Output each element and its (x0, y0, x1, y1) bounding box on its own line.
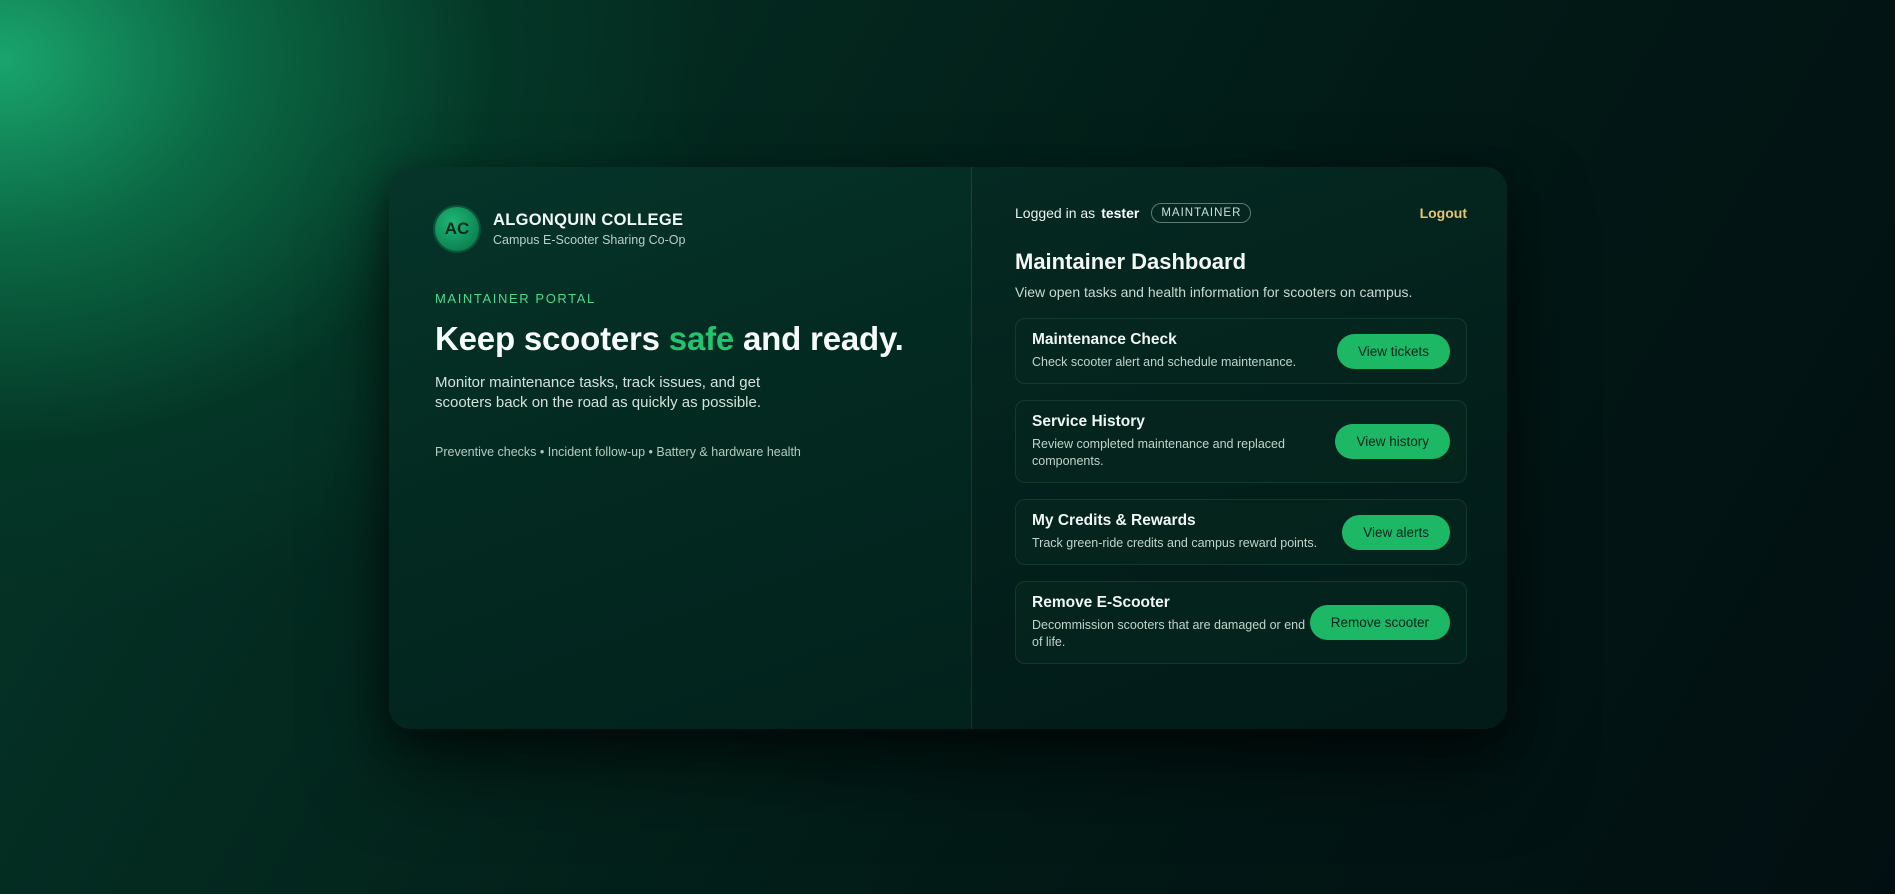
task-description: Check scooter alert and schedule mainten… (1032, 355, 1297, 369)
task-description: Decommission scooters that are damaged o… (1032, 618, 1306, 649)
hero-description: Monitor maintenance tasks, track issues,… (435, 374, 762, 411)
task-text: My Credits & Rewards Track green-ride cr… (1032, 512, 1317, 552)
task-text: Remove E-Scooter Decommission scooters t… (1032, 594, 1310, 651)
task-maintenance-check: Maintenance Check Check scooter alert an… (1015, 318, 1467, 384)
brand-name: ALGONQUIN COLLEGE (493, 211, 684, 229)
hero-text-end: and ready. (734, 320, 904, 357)
logged-prefix: Logged in as (1015, 205, 1096, 221)
task-text: Service History Review completed mainten… (1032, 413, 1322, 470)
view-alerts-button[interactable]: View alerts (1342, 514, 1450, 550)
task-description: Track green-ride credits and campus rewa… (1032, 536, 1318, 550)
brand-subtitle: Campus E-Scooter Sharing Co-Op (493, 233, 686, 247)
dashboard-subtitle: View open tasks and health information f… (1015, 284, 1413, 300)
task-title: Maintenance Check (1032, 331, 1177, 348)
task-remove-scooter: Remove E-Scooter Decommission scooters t… (1015, 581, 1467, 664)
task-text: Maintenance Check Check scooter alert an… (1032, 331, 1296, 371)
role-badge: MAINTAINER (1151, 203, 1252, 223)
task-service-history: Service History Review completed mainten… (1015, 400, 1467, 483)
logout-link[interactable]: Logout (1420, 205, 1467, 221)
dashboard-title: Maintainer Dashboard (1015, 249, 1247, 274)
brand: AC ALGONQUIN COLLEGE Campus E-Scooter Sh… (435, 207, 925, 251)
task-title: My Credits & Rewards (1032, 512, 1196, 529)
view-history-button[interactable]: View history (1335, 424, 1450, 459)
hero-panel: AC ALGONQUIN COLLEGE Campus E-Scooter Sh… (389, 167, 972, 729)
username: tester (1101, 205, 1140, 221)
task-title: Remove E-Scooter (1032, 594, 1170, 611)
portal-label: MAINTAINER PORTAL (435, 291, 596, 306)
feature-list: Preventive checks • Incident follow-up •… (435, 445, 801, 459)
user-bar: Logged in as tester MAINTAINER Logout (1015, 203, 1467, 223)
view-tickets-button[interactable]: View tickets (1336, 333, 1450, 369)
brand-text: ALGONQUIN COLLEGE Campus E-Scooter Shari… (493, 211, 685, 247)
hero-accent-word: safe (668, 320, 735, 357)
college-logo: AC (435, 207, 479, 251)
remove-scooter-button[interactable]: Remove scooter (1309, 605, 1450, 640)
task-credits-rewards: My Credits & Rewards Track green-ride cr… (1015, 499, 1467, 565)
hero-heading: Keep scooters safe and ready. (435, 320, 925, 358)
hero-text-start: Keep scooters (435, 320, 669, 357)
task-description: Review completed maintenance and replace… (1032, 437, 1285, 468)
dashboard-panel: Logged in as tester MAINTAINER Logout Ma… (972, 167, 1507, 729)
main-card: AC ALGONQUIN COLLEGE Campus E-Scooter Sh… (389, 167, 1507, 729)
login-status: Logged in as tester MAINTAINER (1015, 203, 1252, 223)
task-title: Service History (1032, 413, 1145, 430)
task-list: Maintenance Check Check scooter alert an… (1015, 318, 1467, 664)
